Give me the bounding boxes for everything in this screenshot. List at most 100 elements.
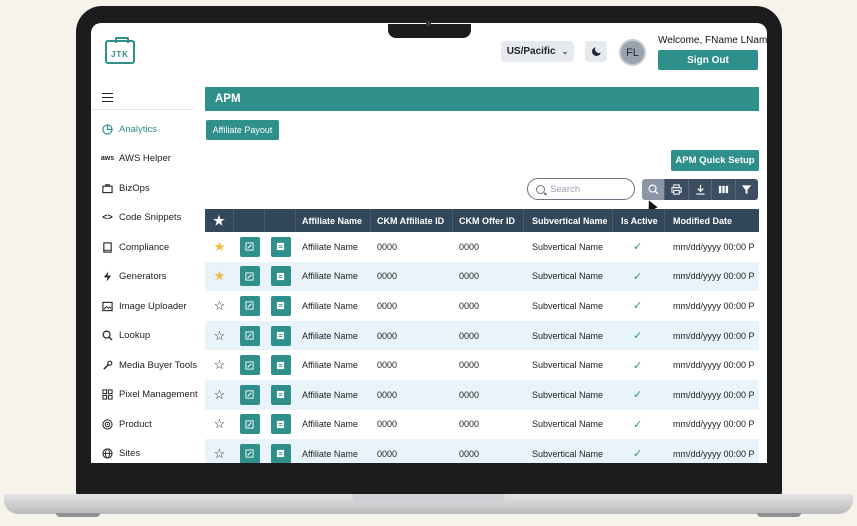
subvertical-name-cell: Subvertical Name	[532, 389, 604, 400]
laptop-foot-right	[757, 513, 801, 517]
view-cell	[265, 350, 296, 380]
laptop-foot-left	[56, 513, 100, 517]
edit-button[interactable]	[239, 384, 260, 405]
column-header-modified-date[interactable]: Modified Date	[665, 209, 759, 232]
column-header-subvertical-name[interactable]: Subvertical Name	[524, 209, 613, 232]
theme-toggle-button[interactable]	[585, 41, 607, 62]
star-icon[interactable]: ☆	[214, 328, 226, 344]
sidebar-item-label: Image Uploader	[119, 300, 187, 312]
sidebar-item-product[interactable]: Product	[102, 416, 152, 432]
globe-icon	[102, 447, 113, 459]
aws-icon: aws	[100, 154, 115, 162]
favorite-cell: ☆	[205, 410, 234, 440]
sign-out-button[interactable]: Sign Out	[658, 50, 758, 70]
view-cell	[265, 321, 296, 351]
search-input[interactable]: Search	[527, 178, 635, 200]
sidebar-item-sites[interactable]: Sites	[102, 445, 140, 461]
sidebar-item-generators[interactable]: Generators	[102, 268, 167, 284]
subvertical-name-cell: Subvertical Name	[532, 448, 604, 459]
search-toggle-button[interactable]	[642, 179, 666, 200]
sidebar-item-aws-helper[interactable]: aws AWS Helper	[100, 150, 171, 166]
star-icon[interactable]: ☆	[214, 416, 226, 432]
timezone-select[interactable]: US/Pacific ⌄	[501, 41, 574, 62]
is-active-cell: ✓	[613, 350, 665, 380]
sidebar-item-code-snippets[interactable]: <> Code Snippets	[102, 209, 181, 225]
affiliate-name-cell: Affiliate Name	[302, 271, 358, 282]
edit-cell	[234, 291, 265, 321]
favorite-cell: ☆	[205, 439, 234, 463]
edit-button[interactable]	[239, 325, 260, 346]
sidebar-item-label: BizOps	[119, 182, 150, 194]
print-button[interactable]	[665, 179, 689, 200]
camera	[426, 21, 431, 26]
modified-date-cell: mm/dd/yyyy 00:00 P	[673, 419, 755, 430]
details-button[interactable]	[270, 325, 291, 346]
book-icon	[102, 241, 113, 253]
apm-quick-setup-button[interactable]: APM Quick Setup	[671, 150, 759, 171]
sidebar-item-pixel-management[interactable]: Pixel Management	[102, 386, 198, 402]
avatar[interactable]: FL	[619, 39, 646, 66]
column-header-ckm-offer-id[interactable]: CKM Offer ID	[453, 209, 524, 232]
sidebar-item-compliance[interactable]: Compliance	[102, 239, 169, 255]
edit-button[interactable]	[239, 414, 260, 435]
subvertical-name-cell: Subvertical Name	[532, 241, 604, 252]
tab-affiliate-payout[interactable]: Affiliate Payout	[206, 120, 279, 140]
star-icon[interactable]: ★	[214, 239, 226, 255]
details-button[interactable]	[270, 266, 291, 287]
columns-button[interactable]	[712, 179, 736, 200]
details-button[interactable]	[270, 355, 291, 376]
edit-button[interactable]	[239, 295, 260, 316]
is-active-cell: ✓	[613, 380, 665, 410]
affiliate-name-cell: Affiliate Name	[302, 330, 358, 341]
details-button[interactable]	[270, 414, 291, 435]
chevron-down-icon: ⌄	[561, 47, 569, 56]
details-button[interactable]	[270, 236, 291, 257]
view-column-header	[265, 209, 296, 232]
sidebar-item-label: Pixel Management	[119, 388, 198, 400]
sidebar-item-lookup[interactable]: Lookup	[102, 327, 150, 343]
download-button[interactable]	[688, 179, 713, 200]
is-active-cell: ✓	[613, 262, 665, 292]
affiliate-name-cell: Affiliate Name	[302, 300, 358, 311]
check-icon: ✓	[633, 418, 643, 431]
document-icon	[276, 243, 285, 251]
favorite-cell: ★	[205, 262, 234, 292]
column-header-affiliate-name[interactable]: Affiliate Name	[296, 209, 371, 232]
star-icon[interactable]: ★	[214, 268, 226, 284]
is-active-cell: ✓	[613, 232, 665, 262]
star-icon[interactable]: ☆	[214, 357, 226, 373]
ckm-offer-id-cell: 0000	[459, 448, 480, 459]
edit-button[interactable]	[239, 236, 260, 257]
table-row: ☆ Affiliate Name 0000 0000 Subvertical Name ✓…	[205, 291, 759, 321]
target-icon	[102, 418, 113, 430]
sidebar-item-bizops[interactable]: BizOps	[102, 180, 150, 196]
filter-button[interactable]	[735, 179, 758, 200]
star-icon[interactable]: ☆	[214, 387, 226, 403]
star-icon[interactable]: ☆	[214, 446, 226, 462]
ckm-offer-id-cell: 0000	[459, 300, 480, 311]
sidebar-item-analytics[interactable]: Analytics	[102, 121, 157, 137]
details-button[interactable]	[270, 295, 291, 316]
edit-icon	[245, 272, 254, 281]
favorite-column-header[interactable]: ★	[205, 209, 234, 232]
app-logo[interactable]: JTK	[105, 37, 135, 64]
menu-icon[interactable]	[102, 93, 113, 102]
details-button[interactable]	[270, 443, 291, 463]
sidebar-item-media-buyer-tools[interactable]: Media Buyer Tools	[102, 357, 197, 373]
affiliate-name-cell: Affiliate Name	[302, 389, 358, 400]
ckm-affiliate-id-cell: 0000	[377, 330, 398, 341]
column-header-is-active[interactable]: Is Active	[613, 209, 665, 232]
column-header-ckm-affiliate-id[interactable]: CKM Affiliate ID	[371, 209, 453, 232]
star-icon[interactable]: ☆	[214, 298, 226, 314]
search-placeholder: Search	[550, 183, 581, 195]
view-cell	[265, 232, 296, 262]
table-row: ☆ Affiliate Name 0000 0000 Subvertical Name ✓…	[205, 350, 759, 380]
edit-button[interactable]	[239, 443, 260, 463]
edit-button[interactable]	[239, 266, 260, 287]
details-button[interactable]	[270, 384, 291, 405]
ckm-offer-id-cell: 0000	[459, 330, 480, 341]
edit-button[interactable]	[239, 355, 260, 376]
sidebar-item-image-uploader[interactable]: Image Uploader	[102, 298, 187, 314]
app-screen: JTK US/Pacific ⌄ FL Welcome, FName LName…	[91, 23, 767, 463]
pie-chart-icon	[102, 123, 113, 135]
